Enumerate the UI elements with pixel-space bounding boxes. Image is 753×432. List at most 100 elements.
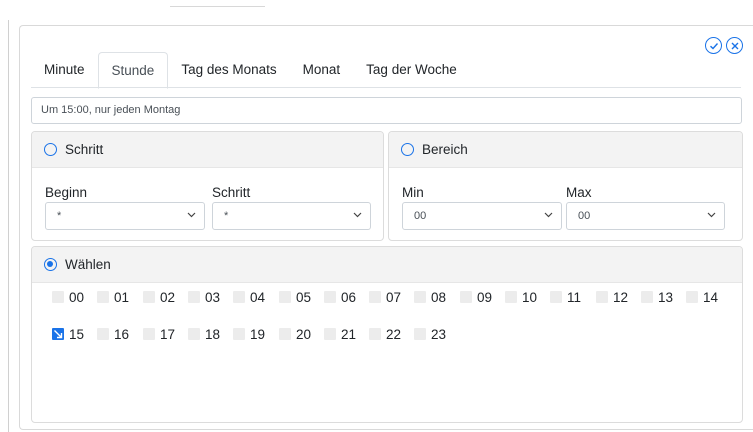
hour-checkbox[interactable] [143,328,155,340]
hour-checkbox[interactable] [641,291,653,303]
beginn-select-value: * [57,210,62,222]
top-divider [170,6,265,7]
hour-label: 02 [160,289,176,305]
tab-monat[interactable]: Monat [290,52,354,88]
hour-option[interactable]: 04 [233,289,265,305]
hour-label: 01 [114,289,130,305]
hour-checkbox[interactable] [97,328,109,340]
hour-label: 18 [205,326,221,342]
hour-label: 00 [69,289,85,305]
tab-stunde[interactable]: Stunde [97,52,169,89]
chevron-down-icon [187,212,196,218]
hour-label: 22 [386,326,402,342]
hour-checkbox[interactable] [369,291,381,303]
hour-option[interactable]: 23 [414,326,446,342]
hour-checkbox[interactable] [188,328,200,340]
hour-option[interactable]: 00 [52,289,84,305]
waehlen-radio[interactable] [44,258,57,271]
hour-option[interactable]: 07 [369,289,401,305]
hour-checkbox[interactable] [460,291,472,303]
hour-label: 15 [69,326,85,342]
hour-option[interactable]: 01 [97,289,129,305]
hour-option[interactable]: 20 [279,326,311,342]
hour-checkbox[interactable] [324,328,336,340]
bereich-panel: Bereich Min Max 00 00 [388,131,743,241]
hour-option[interactable]: 19 [233,326,265,342]
schritt-radio[interactable] [44,143,57,156]
min-select[interactable]: 00 [402,202,562,230]
cron-summary-field[interactable]: Um 15:00, nur jeden Montag [31,97,742,124]
hour-option[interactable]: 17 [143,326,175,342]
hour-label: 21 [341,326,357,342]
hour-option[interactable]: 21 [324,326,356,342]
schritt-label: Schritt [212,185,251,200]
hour-checkbox[interactable] [550,291,562,303]
hour-checkbox[interactable] [369,328,381,340]
hour-option[interactable]: 13 [641,289,673,305]
hour-label: 06 [341,289,357,305]
schritt-panel: Schritt Beginn Schritt * * [31,131,384,241]
hour-checkbox[interactable] [686,291,698,303]
hour-checkbox[interactable] [52,291,64,303]
schritt-panel-header: Schritt [32,132,383,168]
hour-checkbox[interactable] [279,291,291,303]
hour-label: 23 [431,326,447,342]
hour-option[interactable]: 15 [52,326,84,342]
hour-label: 13 [658,289,674,305]
max-select-value: 00 [578,210,591,222]
hour-checkbox[interactable] [414,328,426,340]
hour-checkbox[interactable] [596,291,608,303]
hour-label: 12 [613,289,629,305]
hour-checkbox[interactable] [324,291,336,303]
hour-label: 05 [296,289,312,305]
hour-option[interactable]: 14 [686,289,718,305]
hour-label: 17 [160,326,176,342]
hour-checkbox[interactable] [279,328,291,340]
hour-option[interactable]: 22 [369,326,401,342]
hour-label: 16 [114,326,130,342]
chevron-down-icon [353,212,362,218]
hour-option[interactable]: 02 [143,289,175,305]
hour-option[interactable]: 09 [460,289,492,305]
tab-bar: Minute Stunde Tag des Monats Monat Tag d… [31,52,741,89]
hour-option[interactable]: 08 [414,289,446,305]
hour-checkbox[interactable] [505,291,517,303]
tab-tag-des-monats[interactable]: Tag des Monats [168,52,289,88]
beginn-select[interactable]: * [45,202,205,230]
hour-option[interactable]: 03 [188,289,220,305]
hour-label: 14 [703,289,719,305]
tab-tag-der-woche[interactable]: Tag der Woche [353,52,470,88]
beginn-label: Beginn [45,185,88,200]
hour-checkbox[interactable] [414,291,426,303]
bereich-title: Bereich [422,142,468,157]
hour-option[interactable]: 10 [505,289,537,305]
waehlen-title: Wählen [65,257,111,272]
tab-minute[interactable]: Minute [31,52,98,88]
hour-checkbox[interactable] [52,328,64,340]
hour-checkbox[interactable] [233,291,245,303]
chevron-down-icon [707,212,716,218]
hour-option[interactable]: 16 [97,326,129,342]
max-select[interactable]: 00 [566,202,725,230]
hour-label: 19 [250,326,266,342]
hour-label: 20 [296,326,312,342]
schritt-select[interactable]: * [212,202,371,230]
schritt-select-value: * [224,210,229,222]
hour-label: 07 [386,289,402,305]
hour-checkbox[interactable] [143,291,155,303]
hour-label: 04 [250,289,266,305]
hour-option[interactable]: 05 [279,289,311,305]
hour-checkbox[interactable] [188,291,200,303]
bereich-radio[interactable] [401,143,414,156]
hour-option[interactable]: 12 [596,289,628,305]
waehlen-panel: Wählen 00 01 02 03 04 05 06 07 08 09 10 11 12 13 14 15 1… [31,246,743,423]
hour-option[interactable]: 06 [324,289,356,305]
hour-checkbox[interactable] [233,328,245,340]
bereich-panel-header: Bereich [389,132,742,168]
hour-option[interactable]: 11 [550,289,581,305]
max-label: Max [566,185,592,200]
hour-checkbox[interactable] [97,291,109,303]
waehlen-panel-header: Wählen [32,247,742,283]
hour-label: 08 [431,289,447,305]
hour-option[interactable]: 18 [188,326,220,342]
